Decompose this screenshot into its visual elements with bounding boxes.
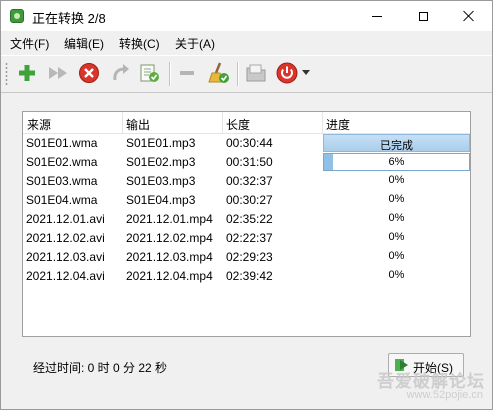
title-bar: 正在转换 2/8 — [1, 1, 492, 31]
watermark: 吾爱破解论坛 www.52pojie.cn — [363, 365, 489, 405]
cell-output: S01E04.mp3 — [126, 193, 196, 207]
table-row[interactable]: 2021.12.02.avi 2021.12.02.mp4 02:22:37 0% — [23, 229, 470, 248]
cell-output: 2021.12.04.mp4 — [126, 269, 213, 283]
toolbar-grip[interactable] — [5, 62, 8, 86]
maximize-button[interactable] — [400, 1, 446, 31]
add-button[interactable] — [15, 61, 39, 85]
progress-text: 0% — [388, 269, 405, 281]
table-row[interactable]: 2021.12.04.avi 2021.12.04.mp4 02:39:42 0% — [23, 267, 470, 286]
cell-length: 02:22:37 — [226, 231, 273, 245]
remove-button[interactable] — [175, 61, 199, 85]
menu-edit[interactable]: 编辑(E) — [64, 35, 104, 52]
cell-source: 2021.12.03.avi — [26, 250, 105, 264]
shutdown-dropdown[interactable] — [299, 61, 313, 85]
progress-bar: 0% — [323, 248, 470, 266]
progress-text: 0% — [388, 193, 405, 205]
convert-doc-button[interactable] — [137, 61, 161, 85]
dropdown-arrow-icon — [302, 70, 310, 75]
menu-bar: 文件(F) 编辑(E) 转换(C) 关于(A) — [1, 31, 492, 53]
table-row[interactable]: S01E04.wma S01E04.mp3 00:30:27 0% — [23, 191, 470, 210]
menu-file[interactable]: 文件(F) — [10, 35, 49, 52]
toolbar-separator — [169, 62, 171, 86]
progress-bar: 0% — [323, 172, 470, 190]
progress-bar: 0% — [323, 210, 470, 228]
close-button[interactable] — [446, 1, 492, 31]
cell-length: 00:32:37 — [226, 174, 273, 188]
redo-icon — [113, 64, 129, 81]
column-divider[interactable] — [322, 112, 323, 133]
cell-source: 2021.12.04.avi — [26, 269, 105, 283]
progress-text: 已完成 — [380, 140, 413, 152]
close-icon — [463, 10, 475, 22]
cell-length: 00:30:27 — [226, 193, 273, 207]
progress-text: 6% — [388, 156, 405, 168]
progress-text: 0% — [388, 250, 405, 262]
cell-source: S01E01.wma — [26, 136, 98, 150]
conversion-list: 来源 输出 长度 进度 S01E01.wma S01E01.mp3 00:30:44… — [22, 111, 471, 337]
window-title: 正在转换 2/8 — [32, 11, 106, 26]
menu-about[interactable]: 关于(A) — [175, 35, 215, 52]
table-row[interactable]: S01E03.wma S01E03.mp3 00:32:37 0% — [23, 172, 470, 191]
column-divider[interactable] — [222, 112, 223, 133]
toolbar-separator — [237, 62, 239, 86]
cell-length: 02:29:23 — [226, 250, 273, 264]
cell-source: 2021.12.01.avi — [26, 212, 105, 226]
menu-convert[interactable]: 转换(C) — [119, 35, 160, 52]
progress-bar: 0% — [323, 229, 470, 247]
redo-button[interactable] — [108, 61, 132, 85]
cell-output: S01E03.mp3 — [126, 174, 196, 188]
minimize-button[interactable] — [354, 1, 400, 31]
column-divider[interactable] — [122, 112, 123, 133]
clean-button[interactable] — [206, 61, 230, 85]
cell-length: 02:39:42 — [226, 269, 273, 283]
maximize-icon — [418, 11, 428, 21]
list-header: 来源 输出 长度 进度 — [23, 112, 470, 134]
clean-broom-icon — [208, 62, 229, 83]
progress-bar: 6% — [323, 153, 470, 171]
open-folder-button[interactable] — [244, 61, 268, 85]
progress-text: 0% — [388, 174, 405, 186]
elapsed-time: 经过时间: 0 时 0 分 22 秒 — [33, 361, 168, 375]
progress-text: 0% — [388, 231, 405, 243]
column-progress[interactable]: 进度 — [326, 116, 350, 133]
cell-source: S01E02.wma — [26, 155, 98, 169]
cell-source: 2021.12.02.avi — [26, 231, 105, 245]
minimize-icon — [372, 15, 382, 17]
stop-button[interactable] — [77, 61, 101, 85]
remove-icon — [180, 71, 194, 75]
toolbar — [1, 55, 492, 93]
app-icon — [10, 9, 24, 23]
power-icon — [276, 62, 298, 84]
convert-doc-icon — [140, 64, 159, 82]
progress-bar: 0% — [323, 191, 470, 209]
column-length[interactable]: 长度 — [226, 116, 250, 133]
table-row[interactable]: 2021.12.01.avi 2021.12.01.mp4 02:35:22 0% — [23, 210, 470, 229]
progress-bar: 已完成 — [323, 134, 470, 152]
converter-window: 正在转换 2/8 文件(F) 编辑(E) 转换(C) 关于(A) 来源 输出 长… — [0, 0, 493, 410]
fast-forward-icon — [49, 67, 67, 79]
watermark-url: www.52pojie.cn — [406, 389, 483, 401]
cell-source: S01E04.wma — [26, 193, 98, 207]
cell-length: 00:30:44 — [226, 136, 273, 150]
column-output[interactable]: 输出 — [126, 116, 150, 133]
progress-bar: 0% — [323, 267, 470, 285]
cell-output: 2021.12.03.mp4 — [126, 250, 213, 264]
cell-output: S01E01.mp3 — [126, 136, 196, 150]
table-row[interactable]: S01E01.wma S01E01.mp3 00:30:44 已完成 — [23, 134, 470, 153]
folder-icon — [246, 64, 266, 82]
cell-source: S01E03.wma — [26, 174, 98, 188]
cell-output: 2021.12.01.mp4 — [126, 212, 213, 226]
cell-length: 00:31:50 — [226, 155, 273, 169]
stop-icon — [79, 63, 99, 83]
progress-text: 0% — [388, 212, 405, 224]
table-row[interactable]: 2021.12.03.avi 2021.12.03.mp4 02:29:23 0% — [23, 248, 470, 267]
cell-length: 02:35:22 — [226, 212, 273, 226]
start-all-button[interactable] — [46, 61, 70, 85]
column-source[interactable]: 来源 — [27, 116, 51, 133]
cell-output: 2021.12.02.mp4 — [126, 231, 213, 245]
cell-output: S01E02.mp3 — [126, 155, 196, 169]
table-row[interactable]: S01E02.wma S01E02.mp3 00:31:50 6% — [23, 153, 470, 172]
shutdown-button[interactable] — [275, 61, 299, 85]
add-icon — [19, 65, 35, 81]
